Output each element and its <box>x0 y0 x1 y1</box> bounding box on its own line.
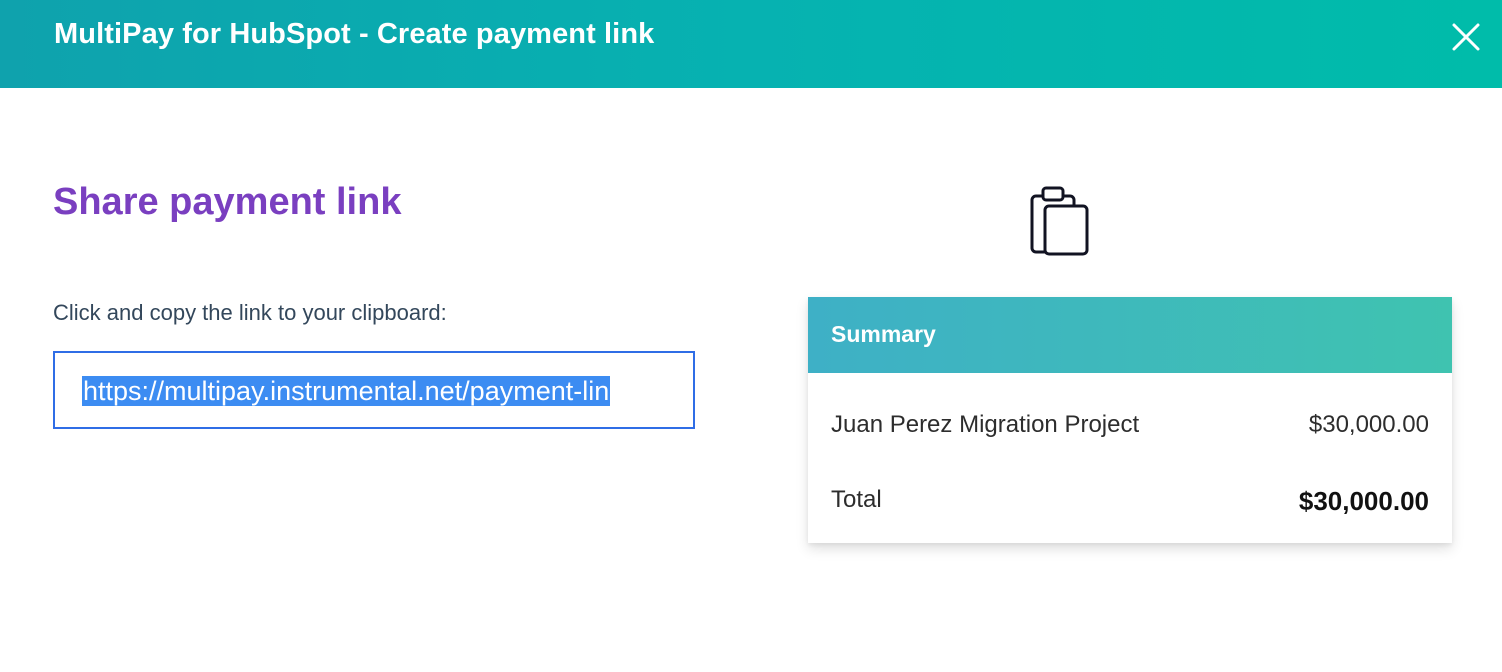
share-heading: Share payment link <box>53 181 402 223</box>
total-amount: $30,000.00 <box>1298 486 1429 516</box>
summary-line-item: Juan Perez Migration Project $30,000.00 <box>808 411 1452 451</box>
close-button[interactable] <box>1446 17 1486 57</box>
copy-instruction: Click and copy the link to your clipboar… <box>53 300 447 325</box>
line-item-amount: $30,000.00 <box>1308 411 1429 438</box>
payment-link-text-wrap: https://multipay.instrumental.net/paymen… <box>82 375 667 407</box>
summary-header: Summary <box>808 297 1452 373</box>
summary-title: Summary <box>831 321 936 347</box>
clipboard-icon <box>1030 186 1089 256</box>
summary-total-row: Total $30,000.00 <box>808 486 1452 526</box>
close-icon <box>1452 23 1480 51</box>
total-label: Total <box>831 486 882 513</box>
modal-header: MultiPay for HubSpot - Create payment li… <box>0 0 1502 88</box>
payment-link-value[interactable]: https://multipay.instrumental.net/paymen… <box>82 376 611 406</box>
summary-card: Summary Juan Perez Migration Project $30… <box>808 297 1452 543</box>
line-item-label: Juan Perez Migration Project <box>831 411 1140 438</box>
payment-link-modal: MultiPay for HubSpot - Create payment li… <box>0 0 1502 672</box>
payment-link-field[interactable]: https://multipay.instrumental.net/paymen… <box>53 351 695 429</box>
modal-title: MultiPay for HubSpot - Create payment li… <box>54 18 655 50</box>
copy-to-clipboard-button[interactable] <box>1028 184 1092 258</box>
